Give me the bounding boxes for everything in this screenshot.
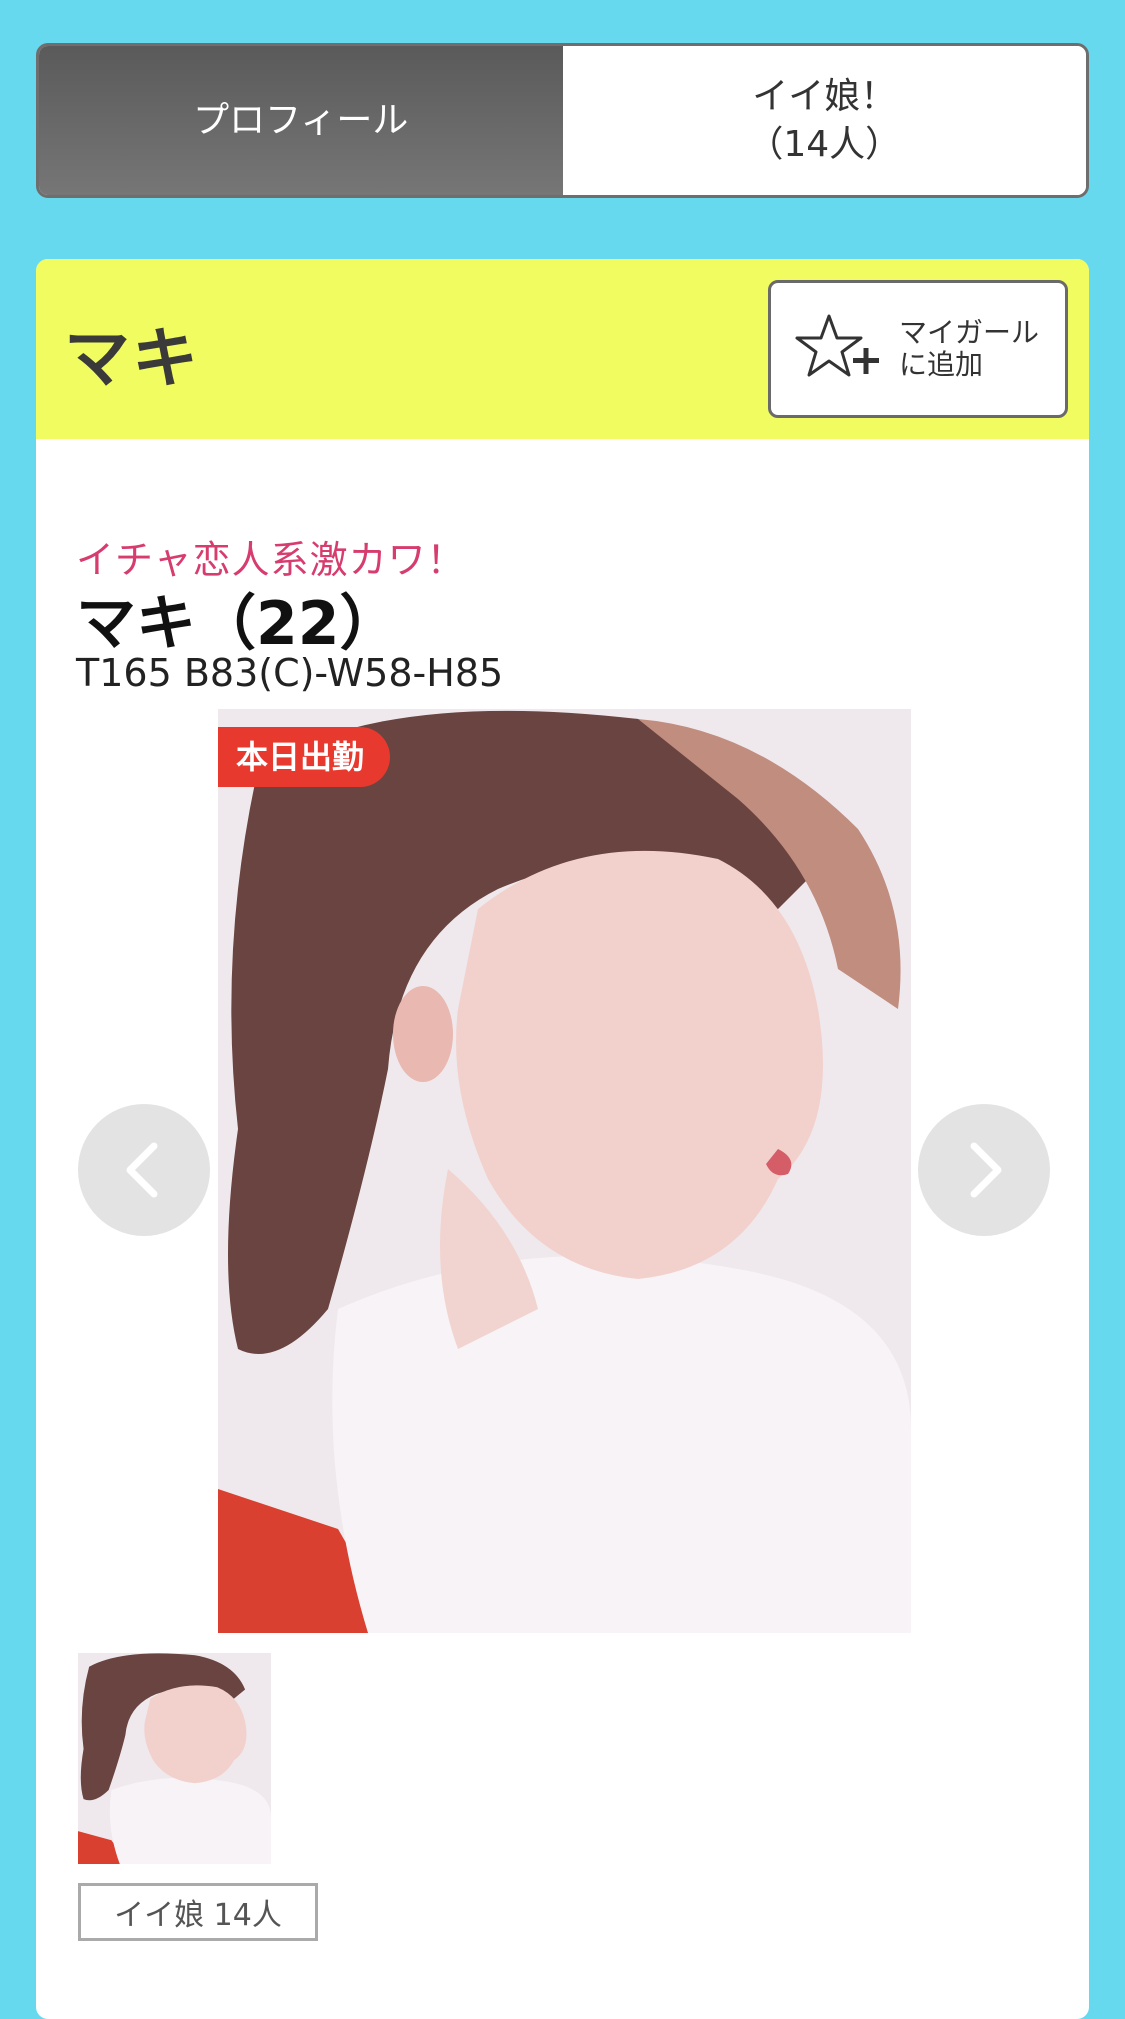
chevron-right-icon <box>970 1142 1002 1198</box>
tab-profile-label: プロフィール <box>193 99 409 141</box>
tab-profile[interactable]: プロフィール <box>39 46 563 195</box>
profile-tabs: プロフィール イイ娘！ （14人） <box>36 43 1089 198</box>
main-photo[interactable]: 本日出勤 <box>218 709 911 1633</box>
chevron-left-icon <box>126 1142 158 1198</box>
iiko-count-tag[interactable]: イイ娘 14人 <box>78 1883 318 1941</box>
photo-thumbnail[interactable] <box>78 1653 271 1864</box>
profile-photo-image <box>218 709 911 1633</box>
add-mygirl-label: マイガール に追加 <box>899 316 1040 381</box>
prev-photo-button[interactable] <box>78 1104 210 1236</box>
next-photo-button[interactable] <box>918 1104 1050 1236</box>
girl-name-heading: マキ <box>64 320 200 397</box>
star-plus-icon <box>795 314 879 377</box>
thumbnail-image <box>78 1653 271 1864</box>
card-header: マキ マイガール に追加 <box>36 259 1089 439</box>
girl-name-age: マキ（22） <box>76 589 400 659</box>
today-work-badge: 本日出勤 <box>218 727 391 787</box>
tab-iiko[interactable]: イイ娘！ （14人） <box>562 46 1086 195</box>
tab-iiko-label: イイ娘！ （14人） <box>747 75 902 165</box>
add-mygirl-button[interactable]: マイガール に追加 <box>768 280 1068 418</box>
girl-measurements: T165 B83(C)-W58-H85 <box>76 651 504 695</box>
profile-card: マキ マイガール に追加 イチャ恋人系激カワ！ マキ（22） T165 B83(… <box>36 259 1089 2019</box>
